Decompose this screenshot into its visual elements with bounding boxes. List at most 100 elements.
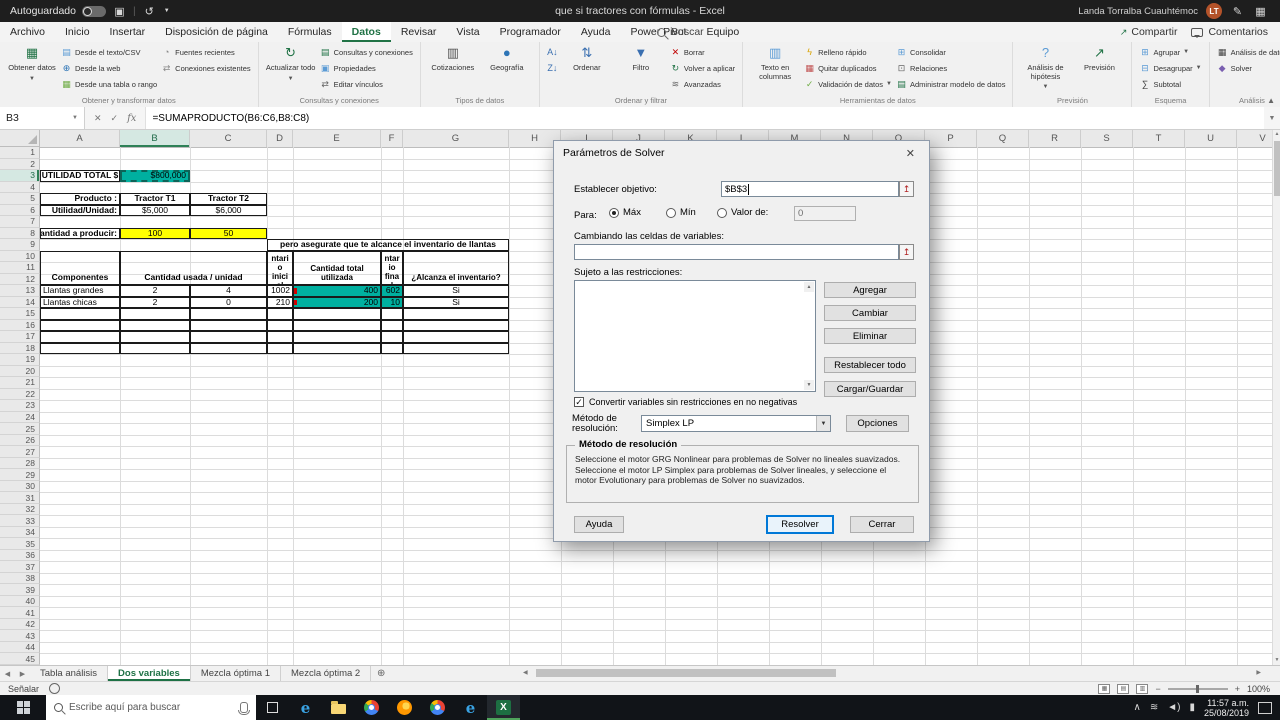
scroll-up-icon[interactable]: ▲ xyxy=(804,282,814,292)
task-view-button[interactable] xyxy=(256,695,289,720)
variables-input[interactable] xyxy=(574,244,899,260)
ribbon-button-analisis-de-datos[interactable]: ▦Análisis de datos xyxy=(1217,44,1280,60)
column-header-c[interactable]: C xyxy=(190,129,267,147)
cell-c18[interactable] xyxy=(190,342,267,355)
battery-icon[interactable]: ▮ xyxy=(1189,702,1195,713)
row-header-31[interactable]: 31 xyxy=(0,492,40,504)
close-button[interactable]: Cerrar xyxy=(850,516,914,533)
scroll-down-icon[interactable]: ▼ xyxy=(1273,657,1280,663)
row-header-11[interactable]: 11 xyxy=(0,262,40,274)
cell-f15[interactable] xyxy=(381,308,403,320)
confirm-entry-icon[interactable]: ✓ xyxy=(111,113,119,124)
taskbar-app-file-explorer[interactable] xyxy=(322,695,355,720)
row-header-13[interactable]: 13 xyxy=(0,285,40,297)
column-header-u[interactable]: U xyxy=(1185,129,1237,147)
taskbar-clock[interactable]: 11:57 a.m. 25/08/2019 xyxy=(1204,698,1249,718)
cell-b15[interactable] xyxy=(120,308,190,320)
cell-b13[interactable]: 2 xyxy=(120,285,190,297)
cell-a3[interactable]: UTILIDAD TOTAL $ xyxy=(40,170,120,182)
cell-c17[interactable] xyxy=(190,331,267,343)
name-box[interactable]: B3 ▼ xyxy=(0,107,85,129)
cell-b5[interactable]: Tractor T1 xyxy=(120,193,190,205)
cell-g15[interactable] xyxy=(403,308,509,320)
taskbar-app-excel[interactable]: X xyxy=(487,695,520,720)
user-avatar[interactable]: LT xyxy=(1206,3,1222,19)
tab-vista[interactable]: Vista xyxy=(446,22,489,42)
row-header-40[interactable]: 40 xyxy=(0,595,40,608)
radio-value-of[interactable]: Valor de: xyxy=(717,207,768,218)
accessibility-icon[interactable] xyxy=(49,683,61,694)
row-header-2[interactable]: 2 xyxy=(0,158,40,170)
ribbon-button-relaciones[interactable]: ⊡ Relaciones xyxy=(896,60,1005,76)
column-header-g[interactable]: G xyxy=(403,129,509,147)
options-button[interactable]: Opciones xyxy=(846,415,909,432)
ribbon-button-prevision[interactable]: ↗ Previsión xyxy=(1072,43,1126,75)
cell-g17[interactable] xyxy=(403,331,509,343)
cell-a16[interactable] xyxy=(40,319,120,332)
select-all-corner[interactable] xyxy=(0,129,40,147)
row-header-42[interactable]: 42 xyxy=(0,618,40,631)
row-header-22[interactable]: 22 xyxy=(0,388,40,401)
share-button[interactable]: ↗ Compartir xyxy=(1120,26,1178,38)
load-save-button[interactable]: Cargar/Guardar xyxy=(824,381,916,397)
sheet-tab-dos-variables[interactable]: Dos variables xyxy=(108,666,191,681)
objective-input[interactable]: $B$3 xyxy=(721,181,899,197)
scrollbar-thumb[interactable] xyxy=(536,669,836,677)
delete-constraint-button[interactable]: Eliminar xyxy=(824,328,916,344)
help-button[interactable]: Ayuda xyxy=(574,516,624,533)
name-box-dropdown-icon[interactable]: ▼ xyxy=(72,115,78,121)
ribbon-display-options-icon[interactable]: ▦ xyxy=(1253,5,1268,18)
ribbon-button-obtener-datos[interactable]: ▦ Obtener datos ▼ xyxy=(5,43,59,85)
cell-c16[interactable] xyxy=(190,319,267,332)
zoom-slider-knob[interactable] xyxy=(1195,684,1199,693)
ribbon-button-analisis-de-hipotesis[interactable]: ? Análisis de hipótesis ▼ xyxy=(1018,43,1072,94)
ribbon-button-desde-el-texto-csv[interactable]: ▤ Desde el texto/CSV xyxy=(61,44,157,60)
cell-c6[interactable]: $6,000 xyxy=(190,204,267,217)
sheet-nav-right-icon[interactable]: ▶ xyxy=(15,666,30,681)
tab-inicio[interactable]: Inicio xyxy=(55,22,100,42)
taskbar-search[interactable]: Escribe aquí para buscar xyxy=(46,695,256,720)
ribbon-button-geografia[interactable]: ● Geografía xyxy=(480,43,534,75)
row-header-20[interactable]: 20 xyxy=(0,365,40,378)
cell-f18[interactable] xyxy=(381,342,403,355)
row-header-32[interactable]: 32 xyxy=(0,503,40,516)
cell-a17[interactable] xyxy=(40,331,120,343)
column-header-p[interactable]: P xyxy=(925,129,977,147)
ribbon-button-solver[interactable]: ◆ Solver xyxy=(1217,60,1280,76)
cell-b6[interactable]: $5,000 xyxy=(120,204,190,217)
non-negative-checkbox[interactable]: ✓ xyxy=(574,397,584,407)
ribbon-button-desde-una-tabla-o-rango[interactable]: ▦ Desde una tabla o rango xyxy=(61,76,157,92)
ribbon-button-ordenar[interactable]: ⇅ Ordenar xyxy=(560,43,614,75)
ribbon-button-conexiones-existentes[interactable]: ⇄ Conexiones existentes xyxy=(161,60,251,76)
cell-b8[interactable]: 100 xyxy=(120,227,190,240)
zoom-slider[interactable] xyxy=(1167,684,1228,693)
row-header-39[interactable]: 39 xyxy=(0,584,40,596)
constraints-listbox[interactable]: ▲ ▼ xyxy=(574,280,816,392)
scrollbar-thumb[interactable] xyxy=(1274,141,1280,196)
row-header-43[interactable]: 43 xyxy=(0,630,40,642)
row-header-38[interactable]: 38 xyxy=(0,572,40,585)
ribbon-button-avanzadas[interactable]: ≋ Avanzadas xyxy=(670,76,735,92)
row-header-27[interactable]: 27 xyxy=(0,446,40,458)
cell-e16[interactable] xyxy=(293,319,381,332)
add-constraint-button[interactable]: Agregar xyxy=(824,282,916,298)
cell-g10[interactable]: ¿Alcanza el inventario? xyxy=(403,250,509,286)
ribbon-button-sort-az[interactable]: A↓ xyxy=(547,44,558,60)
sheet-tab-mezcla-optima-1[interactable]: Mezcla óptima 1 xyxy=(190,666,282,681)
row-header-17[interactable]: 17 xyxy=(0,331,40,343)
ribbon-button-desde-la-web[interactable]: ⊕ Desde la web xyxy=(61,60,157,76)
ribbon-button-propiedades[interactable]: ▣ Propiedades xyxy=(320,60,413,76)
row-header-25[interactable]: 25 xyxy=(0,423,40,435)
cell-a5[interactable]: Producto : xyxy=(40,193,120,205)
comments-button[interactable]: Comentarios xyxy=(1191,26,1268,38)
row-header-36[interactable]: 36 xyxy=(0,549,40,562)
zoom-in-icon[interactable]: + xyxy=(1235,684,1240,694)
row-header-3[interactable]: 3 xyxy=(0,170,40,182)
cell-g13[interactable]: Si xyxy=(403,285,509,297)
normal-view-icon[interactable]: ▦ xyxy=(1098,683,1111,694)
tab-revisar[interactable]: Revisar xyxy=(391,22,447,42)
row-header-16[interactable]: 16 xyxy=(0,319,40,332)
cell-b3[interactable]: $800,000 xyxy=(120,170,190,182)
column-header-b[interactable]: B xyxy=(120,129,190,147)
ribbon-button-volver-a-aplicar[interactable]: ↻ Volver a aplicar xyxy=(670,60,736,76)
